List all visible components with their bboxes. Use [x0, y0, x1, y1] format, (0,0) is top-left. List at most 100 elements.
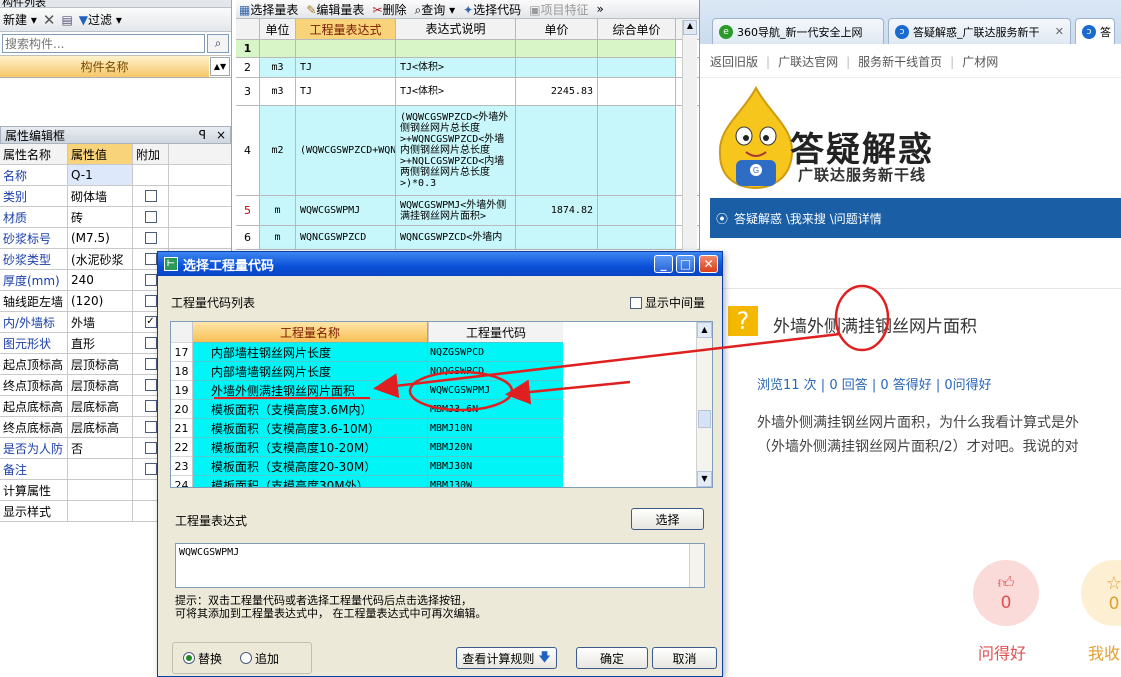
property-value[interactable]: 240 — [68, 270, 133, 290]
sort-spinner[interactable]: ▲▼ — [210, 57, 230, 76]
unit-cell[interactable]: m — [260, 226, 296, 249]
comprehensive-price-cell[interactable] — [598, 196, 676, 225]
property-value[interactable]: 砖 — [68, 207, 133, 227]
radio-append[interactable]: 追加 — [240, 650, 279, 667]
property-value[interactable]: 否 — [68, 438, 133, 458]
quantity-code-cell[interactable]: MBMJ30W — [428, 476, 563, 487]
quantity-row[interactable]: 6 m WQNCGSWPZCD WQNCGSWPZCD<外墙内 — [236, 226, 699, 250]
more-icon[interactable]: » — [597, 2, 604, 16]
expression-cell[interactable]: TJ — [296, 58, 396, 77]
delete-icon[interactable]: ✕ — [43, 11, 56, 29]
cancel-button[interactable]: 取消 — [652, 647, 717, 669]
code-row[interactable]: 19 外墙外侧满挂钢丝网片面积 WQWCGSWPMJ — [171, 381, 712, 400]
edit-table-button[interactable]: ✎编辑量表 — [306, 1, 364, 18]
close-icon[interactable]: × — [216, 128, 226, 142]
nav-material-site[interactable]: 广材网 — [962, 53, 998, 70]
new-button[interactable]: 新建 ▾ — [3, 11, 37, 28]
property-value[interactable]: 层顶标高 — [68, 375, 133, 395]
description-cell[interactable]: (WQWCGSWPZCD<外墙外侧钢丝网片总长度>+WQNCGSWPZCD<外墙… — [396, 106, 516, 195]
description-cell[interactable]: WQWCGSWPMJ<外墙外侧满挂钢丝网片面积> — [396, 196, 516, 225]
price-cell[interactable] — [516, 106, 598, 195]
delete-button[interactable]: ✂删除 — [372, 1, 406, 18]
code-row[interactable]: 24 模板面积（支模高度30M外） MBMJ30W — [171, 476, 712, 487]
like-button[interactable]: 👍︎ 0 — [973, 560, 1039, 626]
item-feature-button[interactable]: ▣项目特征 — [529, 1, 588, 18]
comprehensive-price-cell[interactable] — [598, 58, 676, 77]
property-attach[interactable] — [133, 207, 169, 227]
expression-cell[interactable]: (WQWCGSWPZCD+WQNCGSWPZCD+NQLCGSWPZCD)*0.… — [296, 106, 396, 195]
unit-cell[interactable]: m3 — [260, 78, 296, 105]
comprehensive-price-cell[interactable] — [598, 226, 676, 249]
property-row[interactable]: 砂浆标号 (M7.5) — [0, 228, 231, 249]
minimize-button[interactable]: _ — [654, 255, 673, 273]
close-icon[interactable]: ✕ — [1055, 25, 1064, 38]
property-value[interactable]: 层底标高 — [68, 417, 133, 437]
price-cell[interactable] — [516, 58, 598, 77]
nav-glodon-site[interactable]: 广联达官网 — [778, 53, 838, 70]
property-attach[interactable] — [133, 186, 169, 206]
property-value[interactable]: 砌体墙 — [68, 186, 133, 206]
quantity-code-cell[interactable]: MBMJ20N — [428, 438, 563, 457]
code-row[interactable]: 22 模板面积（支模高度10-20M） MBMJ20N — [171, 438, 712, 457]
quantity-name-cell[interactable]: 模板面积（支模高度3.6-10M） — [193, 419, 428, 438]
property-value[interactable] — [68, 501, 133, 521]
description-cell[interactable]: TJ<体积> — [396, 58, 516, 77]
expression-cell[interactable]: TJ — [296, 78, 396, 105]
dialog-titlebar[interactable]: ⊢ 选择工程量代码 — [158, 252, 722, 276]
copy-icon[interactable]: ▤ — [61, 13, 72, 27]
comprehensive-price-cell[interactable] — [598, 78, 676, 105]
quantity-row[interactable]: 5 m WQWCGSWPMJ WQWCGSWPMJ<外墙外侧满挂钢丝网片面积> 1874… — [236, 196, 699, 226]
quantity-name-cell[interactable]: 模板面积（支模高度3.6M内） — [193, 400, 428, 419]
quantity-row[interactable]: 3 m3 TJ TJ<体积> 2245.83 — [236, 78, 699, 106]
expression-cell[interactable]: WQNCGSWPZCD — [296, 226, 396, 249]
filter-button[interactable]: ▼过滤 ▾ — [79, 11, 122, 28]
expression-cell[interactable]: WQWCGSWPMJ — [296, 196, 396, 225]
scrollbar[interactable]: ▲ — [682, 20, 697, 250]
price-cell[interactable] — [516, 226, 598, 249]
description-cell[interactable] — [396, 40, 516, 57]
select-code-button[interactable]: ✦选择代码 — [463, 1, 521, 18]
property-value[interactable]: 外墙 — [68, 312, 133, 332]
quantity-code-cell[interactable]: WQWCGSWPMJ — [428, 381, 563, 400]
select-table-button[interactable]: ▦选择量表 — [239, 1, 298, 18]
unit-cell[interactable]: m2 — [260, 106, 296, 195]
description-cell[interactable]: TJ<体积> — [396, 78, 516, 105]
quantity-code-cell[interactable]: NQZGSWPCD — [428, 343, 563, 362]
property-attach[interactable] — [133, 165, 169, 185]
code-row[interactable]: 20 模板面积（支模高度3.6M内） MBMJ3.6N — [171, 400, 712, 419]
quantity-row[interactable]: 4m2(WQWCGSWPZCD+WQNCGSWPZCD+NQLCGSWPZCD)… — [236, 106, 699, 196]
ok-button[interactable]: 确定 — [576, 647, 648, 669]
property-value[interactable] — [68, 480, 133, 500]
tab-answer-page[interactable]: ↄ 答疑解惑_广联达服务新干 ✕ — [888, 18, 1071, 44]
nav-old-version[interactable]: 返回旧版 — [710, 53, 758, 70]
property-attach[interactable] — [133, 228, 169, 248]
unit-cell[interactable] — [260, 40, 296, 57]
expression-cell[interactable] — [296, 40, 396, 57]
description-cell[interactable]: WQNCGSWPZCD<外墙内 — [396, 226, 516, 249]
quantity-name-cell[interactable]: 内部墙墙钢丝网片长度 — [193, 362, 428, 381]
property-value[interactable]: 直形 — [68, 333, 133, 353]
property-value[interactable]: Q-1 — [68, 165, 133, 185]
favorite-button[interactable]: ☆ 0 — [1081, 560, 1121, 626]
component-name-header[interactable]: 构件名称 — [0, 56, 210, 77]
quantity-code-cell[interactable]: MBMJ30N — [428, 457, 563, 476]
property-value[interactable]: 层顶标高 — [68, 354, 133, 374]
expression-textarea[interactable]: WQWCGSWPMJ — [175, 543, 705, 588]
quantity-row[interactable]: 2 m3 TJ TJ<体积> — [236, 58, 699, 78]
code-row[interactable]: 23 模板面积（支模高度20-30M） MBMJ30N — [171, 457, 712, 476]
quantity-code-cell[interactable]: MBMJ3.6N — [428, 400, 563, 419]
pin-icon[interactable]: ꟼ — [199, 128, 206, 142]
price-cell[interactable] — [516, 40, 598, 57]
radio-replace[interactable]: 替换 — [183, 650, 222, 667]
quantity-name-cell[interactable]: 模板面积（支模高度20-30M） — [193, 457, 428, 476]
unit-cell[interactable]: m3 — [260, 58, 296, 77]
property-row[interactable]: 类别 砌体墙 — [0, 186, 231, 207]
property-value[interactable]: (M7.5) — [68, 228, 133, 248]
search-input[interactable] — [2, 34, 205, 53]
property-value[interactable]: (120) — [68, 291, 133, 311]
view-rules-button[interactable]: 查看计算规则 🡇 — [456, 647, 557, 669]
code-row[interactable]: 18 内部墙墙钢丝网片长度 NQQGSWPCD — [171, 362, 712, 381]
price-cell[interactable]: 1874.82 — [516, 196, 598, 225]
property-row[interactable]: 材质砖 — [0, 207, 231, 228]
unit-cell[interactable]: m — [260, 196, 296, 225]
